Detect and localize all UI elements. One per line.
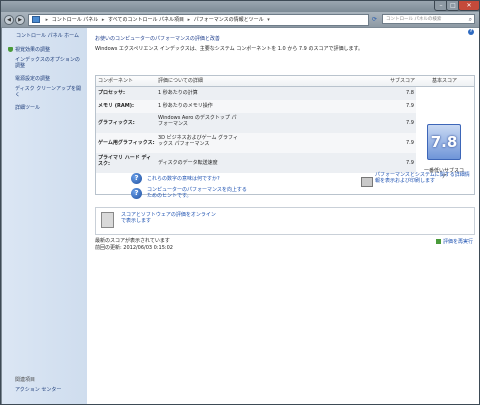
see-also-heading: 関連項目 bbox=[15, 377, 36, 383]
table-row: プライマリ ハード ディスク: ディスクのデータ転送速度 7.9 bbox=[96, 153, 416, 173]
header-rated: 評価についての詳細 bbox=[158, 78, 203, 84]
table-row: メモリ (RAM): 1 秒あたりのメモリ操作 7.9 bbox=[96, 100, 416, 113]
row-component: プライマリ ハード ディスク: bbox=[98, 155, 152, 167]
main-content: ? お使いのコンピューターのパフォーマンスの評価と改善 Windows エクスペ… bbox=[87, 28, 479, 404]
action-center-link[interactable]: アクション センター bbox=[15, 387, 91, 393]
sidebar-item-advanced-tools[interactable]: 詳細ツール bbox=[15, 105, 91, 111]
control-panel-icon bbox=[32, 16, 40, 23]
search-input[interactable]: コントロール パネルの検索 ⌕ bbox=[382, 14, 475, 24]
status-last-updated: 前回の更新: 2012/06/03 0:15:02 bbox=[95, 245, 173, 251]
control-panel-window: – □ ✕ ◀ ▶ ▸ コントロール パネル ▸ すべてのコントロール パネル項… bbox=[0, 0, 480, 405]
row-component: ゲーム用グラフィックス: bbox=[98, 140, 155, 146]
back-arrow-icon[interactable]: ◀ bbox=[4, 15, 14, 25]
table-row: プロセッサ: 1 秒あたりの計算 7.8 bbox=[96, 87, 416, 100]
search-placeholder: コントロール パネルの検索 bbox=[386, 17, 442, 22]
row-component: メモリ (RAM): bbox=[98, 103, 135, 109]
address-row: ◀ ▶ ▸ コントロール パネル ▸ すべてのコントロール パネル項目 ▸ パフ… bbox=[1, 12, 479, 27]
header-base-score: 基本スコア bbox=[432, 78, 458, 84]
forward-arrow-icon[interactable]: ▶ bbox=[15, 15, 25, 25]
online-score-link[interactable]: スコアとソフトウェアの評価をオンラインで表示します bbox=[121, 212, 216, 224]
intro-text: Windows エクスペリエンス インデックスは、主要なシステム コンポーネント… bbox=[95, 46, 363, 52]
help-icon[interactable]: ? bbox=[468, 29, 474, 35]
online-score-box: スコアとソフトウェアの評価をオンラインで表示します bbox=[95, 207, 475, 235]
row-component: プロセッサ: bbox=[98, 90, 126, 96]
refresh-icon[interactable]: ⟳ bbox=[370, 15, 379, 24]
breadcrumb-all-items[interactable]: すべてのコントロール パネル項目 bbox=[108, 17, 184, 23]
status-area: 最新のスコアが表示されています 前回の更新: 2012/06/03 0:15:0… bbox=[95, 238, 173, 252]
rerun-label: 評価を再実行 bbox=[442, 239, 473, 245]
score-table-header: コンポーネント 評価についての詳細 サブスコア 基本スコア bbox=[96, 76, 474, 87]
sidebar-item-label: 視覚効果の調整 bbox=[15, 47, 51, 53]
table-row: ゲーム用グラフィックス: 3D ビジネスおよびゲーム グラフィックス パフォーマ… bbox=[96, 133, 416, 153]
sidebar-item-visual-effects[interactable]: 視覚効果の調整 bbox=[8, 47, 91, 53]
row-subscore: 7.9 bbox=[406, 120, 414, 126]
row-desc: 1 秒あたりの計算 bbox=[158, 90, 198, 96]
status-current: 最新のスコアが表示されています bbox=[95, 238, 170, 244]
header-component: コンポーネント bbox=[98, 78, 134, 84]
sidebar-item-disk-cleanup[interactable]: ディスク クリーンアップを開く bbox=[15, 86, 83, 98]
header-subscore: サブスコア bbox=[390, 78, 416, 84]
meaning-link[interactable]: これらの数字の意味は何ですか? bbox=[147, 176, 220, 182]
row-subscore: 7.9 bbox=[406, 140, 414, 146]
sidebar-item-index-options[interactable]: インデックスのオプションの調整 bbox=[15, 57, 83, 69]
computer-printer-icon bbox=[361, 177, 373, 187]
sidebar-item-power-settings[interactable]: 電源設定の調整 bbox=[15, 76, 91, 82]
shield-icon bbox=[8, 47, 13, 52]
row-desc: 3D ビジネスおよびゲーム グラフィックス パフォーマンス bbox=[158, 135, 238, 147]
row-subscore: 7.9 bbox=[406, 103, 414, 109]
question-icon: ? bbox=[131, 173, 142, 184]
breadcrumb-performance[interactable]: パフォーマンスの情報とツール bbox=[194, 17, 264, 23]
sidebar: コントロール パネル ホーム 視覚効果の調整 インデックスのオプションの調整 電… bbox=[2, 28, 87, 404]
breadcrumb-control-panel[interactable]: コントロール パネル bbox=[52, 17, 99, 23]
row-desc: 1 秒あたりのメモリ操作 bbox=[158, 103, 213, 109]
question-icon: ? bbox=[131, 188, 142, 199]
row-component: グラフィックス: bbox=[98, 120, 135, 126]
software-box-icon bbox=[101, 212, 114, 228]
row-desc: ディスクのデータ転送速度 bbox=[158, 160, 218, 166]
search-icon[interactable]: ⌕ bbox=[469, 15, 472, 25]
row-subscore: 7.8 bbox=[406, 90, 414, 96]
sidebar-home-link[interactable]: コントロール パネル ホーム bbox=[16, 33, 92, 39]
shield-icon bbox=[435, 239, 441, 244]
page-title: お使いのコンピューターのパフォーマンスの評価と改善 bbox=[95, 36, 220, 42]
row-desc: Windows Aero のデスクトップ パフォーマンス bbox=[158, 115, 237, 127]
row-subscore: 7.9 bbox=[406, 160, 414, 166]
table-row: グラフィックス: Windows Aero のデスクトップ パフォーマンス 7.… bbox=[96, 113, 416, 133]
details-link[interactable]: パフォーマンスとシステムに関する詳細情報を表示および印刷します bbox=[375, 172, 473, 184]
close-button[interactable]: ✕ bbox=[458, 1, 480, 11]
base-score-badge: 7.8 bbox=[427, 124, 461, 160]
title-bar: – □ ✕ bbox=[1, 1, 480, 12]
tips-link[interactable]: コンピューターのパフォーマンスを向上するためのヒントです。 bbox=[147, 187, 247, 199]
rerun-assessment-link[interactable]: 評価を再実行 bbox=[435, 238, 473, 245]
address-bar[interactable]: ▸ コントロール パネル ▸ すべてのコントロール パネル項目 ▸ パフォーマン… bbox=[28, 14, 369, 26]
